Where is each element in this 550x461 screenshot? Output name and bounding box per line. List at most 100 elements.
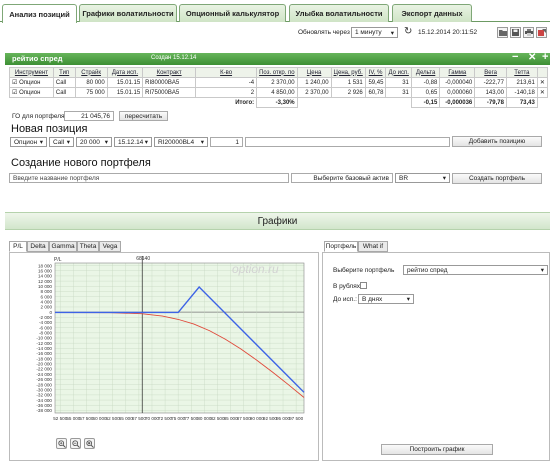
delete-row-icon[interactable]: ✕ xyxy=(536,77,549,88)
cell: 1 531 xyxy=(330,77,366,88)
select-value: рейтио спред xyxy=(407,266,448,274)
portfolio-header: рейтио спред Создан 15.12.14 − ✕ + xyxy=(5,51,550,65)
column-header[interactable]: IV, % xyxy=(364,67,387,78)
tab-theta[interactable]: Theta xyxy=(77,241,99,252)
base-asset-select[interactable]: BR ▾ xyxy=(395,173,450,183)
go-value: 21 045,76 xyxy=(64,111,114,121)
select-value: 20 000 xyxy=(80,138,100,146)
total-delta: -0,15 xyxy=(410,97,441,108)
cell: -0,88 xyxy=(410,77,441,88)
column-header[interactable]: Тетта xyxy=(505,67,538,78)
pl-chart: 18 00016 00014 00012 00010 0008 0006 000… xyxy=(36,256,305,421)
chevron-down-icon: ▾ xyxy=(442,175,446,182)
portfolio-name-input[interactable]: Введите название портфеля xyxy=(9,173,289,183)
strike-select[interactable]: 20 000 ▾ xyxy=(76,137,112,147)
tab-volatility-charts[interactable]: Графики волатильности xyxy=(79,4,177,22)
select-value: BR xyxy=(399,174,409,182)
tab-delta[interactable]: Delta xyxy=(27,241,49,252)
table-row[interactable]: ☑ Опцион Call 75 000 15.01.15 RI75000BA5… xyxy=(9,87,549,98)
instrument-cell[interactable]: ☑ Опцион xyxy=(9,77,54,88)
positions-table: Инструмент Тип Страйк Дата исп. Контракт… xyxy=(9,67,549,108)
cell: RI80000BA5 xyxy=(142,77,197,88)
tab-pl[interactable]: P/L xyxy=(9,241,27,252)
cell: 143,00 xyxy=(474,87,507,98)
until-label: До исп.: xyxy=(333,296,357,303)
column-header[interactable]: Цена xyxy=(296,67,332,78)
portfolio-select-label: Выберите портфель xyxy=(333,267,395,274)
chevron-down-icon: ▾ xyxy=(390,29,394,37)
add-position-button[interactable]: Добавить позицию xyxy=(452,136,542,147)
zoom-reset-icon[interactable] xyxy=(84,438,95,449)
chevron-down-icon: ▾ xyxy=(104,139,108,146)
column-header[interactable]: Контракт xyxy=(142,67,197,78)
graphs-header: Графики xyxy=(5,212,550,230)
cell: 15.01.15 xyxy=(106,77,144,88)
column-header[interactable]: Тип xyxy=(52,67,76,78)
cell: -4 xyxy=(195,77,258,88)
tab-data-export[interactable]: Экспорт данных xyxy=(392,4,472,22)
column-header[interactable]: Цена, руб. xyxy=(330,67,366,78)
checkbox-checked-icon[interactable]: ☑ xyxy=(12,90,17,96)
open-folder-icon[interactable] xyxy=(497,27,508,38)
instrument-type-select[interactable]: Опцион ▾ xyxy=(10,137,47,147)
checkbox-checked-icon[interactable]: ☑ xyxy=(12,80,17,86)
until-select[interactable]: В днях ▾ xyxy=(358,294,414,304)
cell: 213,61 xyxy=(505,77,538,88)
total-pct: -3,30% xyxy=(256,97,298,108)
expiry-date-select[interactable]: 15.12.14 ▾ xyxy=(114,137,152,147)
cell: 0,000060 xyxy=(439,87,476,98)
build-chart-button[interactable]: Построить график xyxy=(381,444,493,455)
total-theta: 73,43 xyxy=(505,97,538,108)
table-row[interactable]: ☑ Опцион Call 80 000 15.01.15 RI80000BA5… xyxy=(9,77,549,88)
side-panel: Выберите портфель рейтио спред ▾ В рублях… xyxy=(322,252,550,461)
add-icon[interactable]: + xyxy=(542,51,548,63)
cell: 1 240,00 xyxy=(296,77,332,88)
zoom-in-icon[interactable] xyxy=(56,438,67,449)
tab-vega[interactable]: Vega xyxy=(99,241,121,252)
portfolio-select[interactable]: рейтио спред ▾ xyxy=(403,265,548,275)
tab-volatility-smile[interactable]: Улыбка волатильности xyxy=(289,4,389,22)
tab-what-if[interactable]: What if xyxy=(358,241,388,252)
refresh-interval-select[interactable]: 1 минуту ▾ xyxy=(351,27,398,38)
cell: 15.01.15 xyxy=(106,87,144,98)
quantity-input[interactable]: 1 xyxy=(210,137,243,147)
y-axis-label: P/L xyxy=(54,257,62,263)
go-label: ГО для портфеля: xyxy=(12,113,67,120)
total-gamma: -0,000036 xyxy=(439,97,476,108)
column-header[interactable]: Дельта xyxy=(410,67,441,78)
close-icon[interactable]: ✕ xyxy=(528,52,536,63)
contract-select[interactable]: RI20000BL4 ▾ xyxy=(154,137,208,147)
column-header-blank xyxy=(536,67,549,78)
recalc-button[interactable]: пересчитать xyxy=(119,111,168,121)
print-icon[interactable] xyxy=(523,27,534,38)
rub-checkbox[interactable] xyxy=(360,282,367,289)
create-portfolio-button[interactable]: Создать портфель xyxy=(452,173,542,184)
total-vega: -79,78 xyxy=(474,97,507,108)
new-position-heading: Новая позиция xyxy=(11,123,88,135)
x-tick-labels: 52 500 55 000 57 500 60 000 62 500 65 000 67 5… xyxy=(53,416,303,421)
column-header[interactable]: К-во xyxy=(195,67,258,78)
column-header[interactable]: Вега xyxy=(474,67,507,78)
minimize-icon[interactable]: − xyxy=(512,51,518,63)
export-icon[interactable] xyxy=(536,27,547,38)
column-header[interactable]: Гамма xyxy=(439,67,476,78)
cell-value: Опцион xyxy=(19,80,41,86)
tab-option-calculator[interactable]: Опционный калькулятор xyxy=(179,4,286,22)
tab-position-analysis[interactable]: Анализ позиций xyxy=(2,4,77,23)
column-header[interactable]: До исп. xyxy=(385,67,412,78)
cell: Call xyxy=(52,87,76,98)
delete-row-icon[interactable]: ✕ xyxy=(536,87,549,98)
refresh-icon[interactable]: ↻ xyxy=(404,26,412,37)
cell: 59,45 xyxy=(364,77,387,88)
zoom-out-icon[interactable] xyxy=(70,438,81,449)
instrument-cell[interactable]: ☑ Опцион xyxy=(9,87,54,98)
tab-gamma[interactable]: Gamma xyxy=(49,241,77,252)
column-header[interactable]: Страйк xyxy=(74,67,108,78)
column-header[interactable]: Поз. откр. по xyxy=(256,67,298,78)
portfolio-created: Создан 15.12.14 xyxy=(151,55,197,61)
column-header[interactable]: Инструмент xyxy=(9,67,54,78)
tab-portfolio[interactable]: Портфель xyxy=(324,241,358,252)
option-kind-select[interactable]: Call ▾ xyxy=(49,137,74,147)
save-icon[interactable] xyxy=(510,27,521,38)
column-header[interactable]: Дата исп. xyxy=(106,67,144,78)
